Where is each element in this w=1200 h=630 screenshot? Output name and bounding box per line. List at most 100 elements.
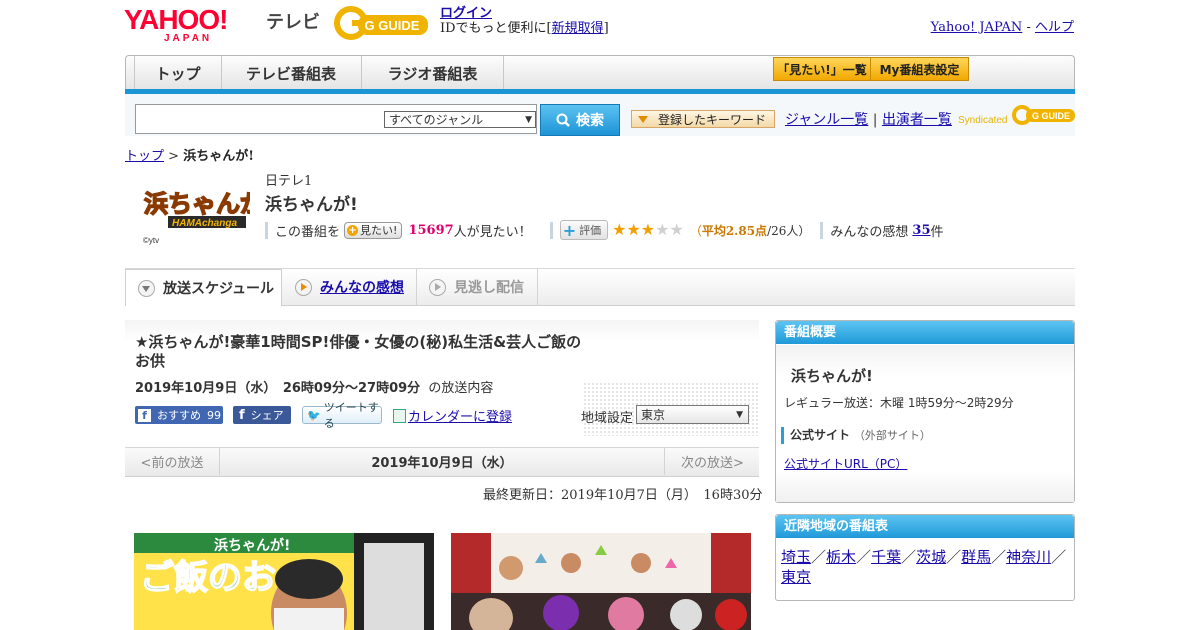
plus-icon: + xyxy=(562,220,577,240)
genre-list-link[interactable]: ジャンル一覧 xyxy=(785,112,868,128)
rate-button[interactable]: + 評価 xyxy=(559,220,609,240)
registered-keywords-button[interactable]: 登録したキーワード xyxy=(631,110,775,128)
login-prompt-post: ] xyxy=(603,21,609,36)
star-icon: ★ xyxy=(626,220,641,239)
performers-list-link[interactable]: 出演者一覧 xyxy=(882,112,952,128)
program-title: 浜ちゃんが! xyxy=(265,195,358,215)
breadcrumb-top-link[interactable]: トップ xyxy=(125,149,164,164)
region-separator: ／ xyxy=(901,548,917,566)
official-site-heading: 公式サイト （外部サイト） xyxy=(781,427,931,444)
syndicated-label: Syndicated xyxy=(958,115,1008,126)
search-link-divider: | xyxy=(872,112,878,128)
thumbnail-logo-text: 浜ちゃんが! xyxy=(214,537,290,554)
region-link-kanagawa[interactable]: 神奈川 xyxy=(1006,548,1051,566)
search-links: ジャンル一覧 | 出演者一覧 xyxy=(785,109,952,129)
genre-select[interactable]: すべてのジャンル ▼ xyxy=(384,111,536,128)
star-icon: ★ xyxy=(669,220,684,239)
program-logo-subtitle: HAMAchanga xyxy=(172,218,237,229)
login-link[interactable]: ログイン xyxy=(440,6,492,21)
nav-tab-tv-schedule[interactable]: テレビ番組表 xyxy=(221,56,362,90)
facebook-recommend-button[interactable]: f おすすめ 99 xyxy=(135,406,223,424)
facebook-recommend-count: 99 xyxy=(207,408,221,422)
nav-tab-top[interactable]: トップ xyxy=(134,56,222,90)
registered-keywords-label: 登録したキーワード xyxy=(658,112,767,127)
login-prompt-pre: IDでもっと便利に[ xyxy=(440,21,552,36)
region-separator: ／ xyxy=(946,548,962,566)
facebook-icon: f xyxy=(138,408,151,422)
official-site-url-link[interactable]: 公式サイトURL（PC） xyxy=(784,455,907,472)
next-broadcast-link[interactable]: 次の放送> xyxy=(664,447,760,475)
tab-schedule-label: 放送スケジュール xyxy=(163,281,275,297)
region-link-saitama[interactable]: 埼玉 xyxy=(781,548,811,566)
header-link-separator: - xyxy=(1026,20,1031,35)
region-link-tochigi[interactable]: 栃木 xyxy=(826,548,856,566)
current-broadcast-date: 2019年10月9日（水） xyxy=(371,455,513,471)
star-icon: ★ xyxy=(640,220,656,239)
rating-paren-open: （ xyxy=(689,223,702,238)
region-label: 地域設定 xyxy=(581,411,634,426)
play-icon xyxy=(429,278,446,296)
external-site-note: （外部サイト） xyxy=(853,429,931,442)
tab-impressions[interactable]: みんなの感想 xyxy=(283,269,417,305)
episode-thumbnail-1[interactable]: ご飯のお 浜ちゃんが! xyxy=(134,533,434,630)
gguide-logo-text: G GUIDE xyxy=(365,18,420,33)
impressions-suffix: 件 xyxy=(930,224,944,240)
my-schedule-button[interactable]: My番組表設定 xyxy=(870,57,969,81)
breadcrumb-current: 浜ちゃんが! xyxy=(183,149,254,164)
rate-button-label: 評価 xyxy=(579,224,602,237)
program-logo: 浜ちゃんが! HAMAchanga xyxy=(140,182,250,234)
want-button[interactable]: + 見たい! xyxy=(344,221,403,239)
signup-link[interactable]: 新規取得 xyxy=(552,21,604,36)
facebook-share-label: シェア xyxy=(250,409,284,422)
nav-tab-radio-schedule[interactable]: ラジオ番組表 xyxy=(362,56,504,90)
tweet-button[interactable]: 🐦 ツイートする xyxy=(302,401,382,430)
region-separator: ／ xyxy=(991,548,1007,566)
region-link-tokyo[interactable]: 東京 xyxy=(781,568,811,586)
search-button[interactable]: 検索 xyxy=(540,104,620,136)
region-select[interactable]: 東京 ▼ xyxy=(636,405,749,424)
facebook-icon: f xyxy=(239,407,245,423)
calendar-register-link: カレンダーに登録 xyxy=(408,410,513,425)
help-link[interactable]: ヘルプ xyxy=(1035,20,1074,35)
episode-date: 2019年10月9日（水） 26時09分～27時09分 の放送内容 xyxy=(135,377,493,396)
episode-thumbnail-2[interactable] xyxy=(451,533,751,630)
twitter-bird-icon: 🐦 xyxy=(307,408,321,422)
plus-icon: + xyxy=(347,224,359,236)
program-tabs: 放送スケジュール みんなの感想 見逃し配信 xyxy=(125,269,1075,306)
episode-date-value: 2019年10月9日（水） 26時09分～27時09分 xyxy=(135,381,421,396)
region-select-value: 東京 xyxy=(641,408,666,422)
overview-program-title: 浜ちゃんが! xyxy=(791,367,873,385)
thumbnail-caption: ご飯のお xyxy=(140,558,276,598)
chevron-down-icon xyxy=(138,279,155,297)
impressions-label: みんなの感想 xyxy=(830,224,909,240)
tab-missed-label: 見逃し配信 xyxy=(454,280,524,296)
region-separator: ／ xyxy=(1051,548,1067,566)
facebook-share-button[interactable]: f シェア xyxy=(233,406,291,424)
star-rating: ★ ★ ★ ★ ★ xyxy=(612,222,684,238)
region-link-ibaraki[interactable]: 茨城 xyxy=(916,548,946,566)
star-icon: ★ xyxy=(612,220,627,239)
gguide-logo[interactable]: G GUIDE xyxy=(334,6,430,40)
previous-broadcast-link[interactable]: <前の放送 xyxy=(125,447,220,475)
yahoo-japan-link[interactable]: Yahoo! JAPAN xyxy=(931,20,1023,35)
region-link-chiba[interactable]: 千葉 xyxy=(871,548,901,566)
channel-name: 日テレ1 xyxy=(265,174,313,189)
want-list-button[interactable]: 「見たい!」一覧 xyxy=(773,57,871,81)
facebook-recommend-label: おすすめ xyxy=(157,409,201,422)
tweet-label: ツイートする xyxy=(323,401,379,430)
tab-missed[interactable]: 見逃し配信 xyxy=(417,269,538,305)
rating-row: この番組を + 見たい! 15697 人が見たい！ + 評価 ★ ★ ★ ★ ★ （ 平… xyxy=(265,220,944,240)
region-link-gunma[interactable]: 群馬 xyxy=(961,548,991,566)
tab-schedule[interactable]: 放送スケジュール xyxy=(125,269,282,306)
impressions-count-link[interactable]: 35 xyxy=(912,223,930,238)
login-box: ログイン IDでもっと便利に[新規取得] xyxy=(440,6,609,36)
gguide-small-logo: G GUIDE xyxy=(1012,105,1075,125)
nearby-regions-heading: 近隣地域の番組表 xyxy=(776,515,1074,538)
copyright: ©ytv xyxy=(143,236,160,245)
program-overview-heading: 番組概要 xyxy=(776,321,1074,344)
gguide-small-logo-text: G GUIDE xyxy=(1032,111,1070,121)
calendar-register[interactable]: カレンダーに登録 xyxy=(393,406,512,425)
yahoo-japan-logo[interactable]: YAHOO! JAPAN xyxy=(124,6,228,44)
rating-average: 平均2.85点 xyxy=(701,223,768,238)
top-right-links: Yahoo! JAPAN - ヘルプ xyxy=(931,16,1074,35)
